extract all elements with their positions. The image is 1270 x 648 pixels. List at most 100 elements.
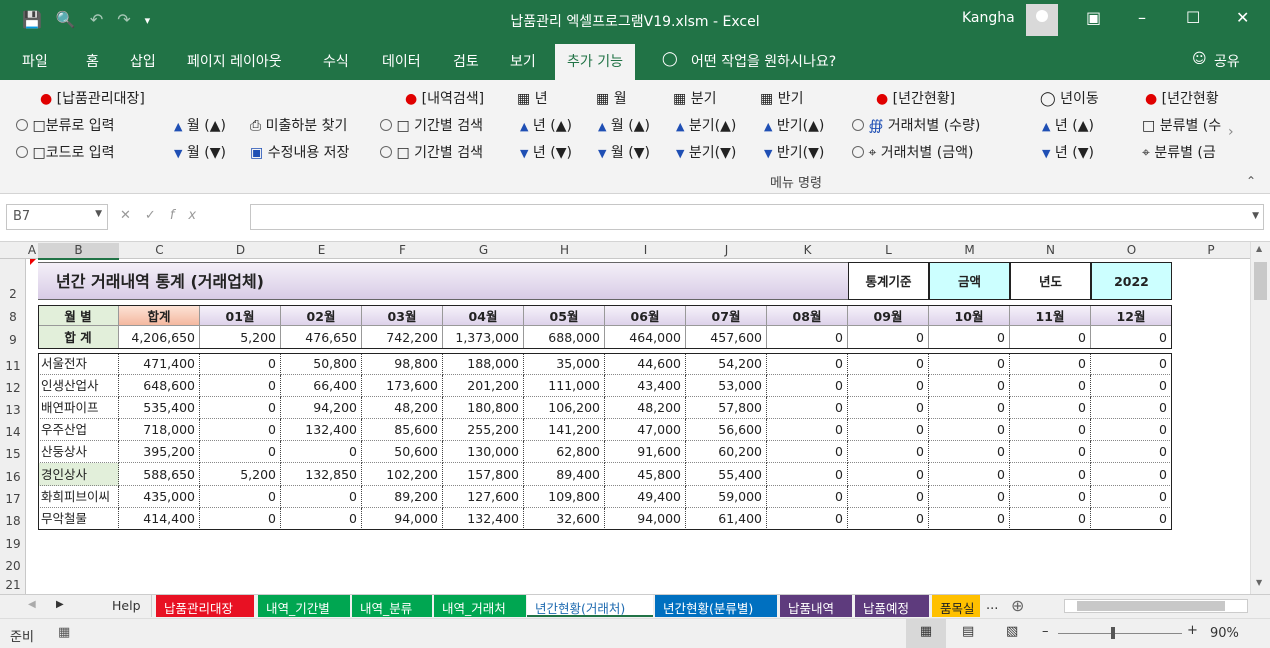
year-down-button[interactable]: ▼ 년 (▼) bbox=[520, 142, 572, 162]
column-header-d[interactable]: D bbox=[200, 243, 281, 257]
table-cell[interactable]: 141,200 bbox=[524, 419, 605, 441]
month-up-button-2[interactable]: ▲ 월 (▲) bbox=[598, 115, 650, 135]
table-cell[interactable]: 0 bbox=[767, 508, 848, 530]
quarter-button[interactable]: ▦ 분기 bbox=[673, 88, 716, 108]
horizontal-scrollbar[interactable] bbox=[1064, 599, 1248, 613]
table-cell[interactable]: 127,600 bbox=[443, 486, 524, 508]
tab-home[interactable]: 홈 bbox=[86, 51, 99, 71]
table-cell[interactable]: 188,000 bbox=[443, 353, 524, 375]
table-cell[interactable]: 32,600 bbox=[524, 508, 605, 530]
macro-record-icon[interactable]: ▦ bbox=[58, 625, 70, 640]
zoom-level[interactable]: 90% bbox=[1210, 626, 1239, 641]
year-move-up-button[interactable]: ▲ 년 (▲) bbox=[1042, 115, 1094, 135]
table-cell[interactable]: 0 bbox=[1010, 508, 1091, 530]
table-cell[interactable]: 0 bbox=[929, 397, 1010, 419]
header-cell[interactable]: 11월 bbox=[1010, 305, 1091, 326]
sheet-tab-10[interactable]: 품목실 bbox=[932, 595, 980, 617]
table-cell[interactable]: 0 bbox=[200, 508, 281, 530]
half-year-button[interactable]: ▦ 반기 bbox=[760, 88, 803, 108]
find-unshipped-button[interactable]: ⎙ 미출하분 찾기 bbox=[250, 115, 347, 135]
normal-view-icon[interactable]: ▦ bbox=[906, 619, 946, 648]
header-cell[interactable]: 08월 bbox=[767, 305, 848, 326]
ribbon-scroll-right-icon[interactable]: › bbox=[1228, 124, 1234, 140]
table-cell[interactable]: 0 bbox=[200, 375, 281, 397]
column-header-m[interactable]: M bbox=[929, 243, 1010, 257]
sheet-tab-4[interactable]: 내역_분류 bbox=[352, 595, 432, 617]
input-by-code-button[interactable]: □코드로 입력 bbox=[16, 142, 115, 162]
table-cell[interactable]: 0 bbox=[929, 419, 1010, 441]
table-cell[interactable]: 5,200 bbox=[200, 463, 281, 486]
tab-review[interactable]: 검토 bbox=[453, 51, 479, 71]
period-search-button[interactable]: □ 기간별 검색 bbox=[380, 115, 483, 135]
table-cell[interactable]: 109,800 bbox=[524, 486, 605, 508]
zoom-slider-thumb[interactable] bbox=[1111, 627, 1115, 639]
table-cell[interactable]: 435,000 bbox=[119, 486, 200, 508]
total-cell[interactable]: 1,373,000 bbox=[443, 326, 524, 349]
table-cell[interactable]: 56,600 bbox=[686, 419, 767, 441]
vertical-scrollbar[interactable]: ▲ ▼ bbox=[1250, 242, 1270, 594]
row-header-8[interactable]: 8 bbox=[0, 310, 26, 324]
table-cell[interactable]: 0 bbox=[767, 463, 848, 486]
row-header-20[interactable]: 20 bbox=[0, 559, 26, 573]
row-header-11[interactable]: 11 bbox=[0, 359, 26, 373]
total-cell[interactable]: 0 bbox=[929, 326, 1010, 349]
share-icon[interactable]: ☺ bbox=[1192, 51, 1207, 67]
by-vendor-amount-button[interactable]: ⌖ 거래처별 (금액) bbox=[852, 142, 973, 162]
table-cell[interactable]: 서울전자 bbox=[38, 353, 119, 375]
table-cell[interactable]: 89,400 bbox=[524, 463, 605, 486]
header-cell[interactable]: 합계 bbox=[119, 305, 200, 326]
table-cell[interactable]: 106,200 bbox=[524, 397, 605, 419]
table-cell[interactable]: 산둥상사 bbox=[38, 441, 119, 463]
total-cell[interactable]: 0 bbox=[767, 326, 848, 349]
page-title[interactable]: 년간 거래내역 통계 (거래업체) bbox=[38, 262, 848, 300]
by-category-qty-button[interactable]: □ 분류별 (수 bbox=[1142, 115, 1221, 135]
table-cell[interactable]: 0 bbox=[1010, 397, 1091, 419]
table-cell[interactable]: 60,200 bbox=[686, 441, 767, 463]
table-cell[interactable]: 0 bbox=[929, 508, 1010, 530]
table-cell[interactable]: 0 bbox=[200, 353, 281, 375]
header-cell[interactable]: 01월 bbox=[200, 305, 281, 326]
zoom-in-icon[interactable]: + bbox=[1187, 623, 1198, 638]
table-cell[interactable]: 0 bbox=[848, 486, 929, 508]
column-header-f[interactable]: F bbox=[362, 243, 443, 257]
table-cell[interactable]: 인생산업사 bbox=[38, 375, 119, 397]
table-cell[interactable]: 0 bbox=[929, 353, 1010, 375]
header-cell[interactable]: 03월 bbox=[362, 305, 443, 326]
input-by-category-button[interactable]: □분류로 입력 bbox=[16, 115, 115, 135]
header-cell[interactable]: 05월 bbox=[524, 305, 605, 326]
total-cell[interactable]: 688,000 bbox=[524, 326, 605, 349]
table-cell[interactable]: 132,850 bbox=[281, 463, 362, 486]
row-header-18[interactable]: 18 bbox=[0, 514, 26, 528]
column-header-n[interactable]: N bbox=[1010, 243, 1091, 257]
zoom-out-icon[interactable]: – bbox=[1042, 624, 1049, 639]
table-cell[interactable]: 0 bbox=[929, 375, 1010, 397]
tab-page-layout[interactable]: 페이지 레이아웃 bbox=[187, 51, 282, 71]
table-cell[interactable]: 89,200 bbox=[362, 486, 443, 508]
column-header-a[interactable]: A bbox=[26, 243, 38, 257]
table-cell[interactable]: 173,600 bbox=[362, 375, 443, 397]
table-cell[interactable]: 0 bbox=[281, 486, 362, 508]
table-cell[interactable]: 45,800 bbox=[605, 463, 686, 486]
maximize-icon[interactable]: ☐ bbox=[1186, 8, 1200, 27]
sheet-tab-7[interactable]: 년간현황(분류별) bbox=[655, 595, 777, 617]
header-cell[interactable]: 07월 bbox=[686, 305, 767, 326]
column-header-i[interactable]: I bbox=[605, 243, 686, 257]
next-sheet-icon[interactable]: ▶ bbox=[56, 599, 64, 610]
table-cell[interactable]: 0 bbox=[281, 508, 362, 530]
total-cell[interactable]: 0 bbox=[848, 326, 929, 349]
year-button[interactable]: ▦ 년 bbox=[517, 88, 548, 108]
table-cell[interactable]: 0 bbox=[767, 441, 848, 463]
tab-view[interactable]: 보기 bbox=[510, 51, 536, 71]
add-sheet-icon[interactable]: ⊕ bbox=[1011, 596, 1024, 615]
table-cell[interactable]: 157,800 bbox=[443, 463, 524, 486]
table-cell[interactable]: 61,400 bbox=[686, 508, 767, 530]
table-cell[interactable]: 0 bbox=[848, 419, 929, 441]
table-cell[interactable]: 0 bbox=[767, 486, 848, 508]
table-cell[interactable]: 255,200 bbox=[443, 419, 524, 441]
total-cell[interactable]: 4,206,650 bbox=[119, 326, 200, 349]
table-cell[interactable]: 471,400 bbox=[119, 353, 200, 375]
sheet-tab-2[interactable]: 납품관리대장 bbox=[156, 595, 254, 617]
table-cell[interactable]: 130,000 bbox=[443, 441, 524, 463]
quarter-up-button[interactable]: ▲ 분기(▲) bbox=[676, 115, 736, 135]
total-cell[interactable]: 476,650 bbox=[281, 326, 362, 349]
